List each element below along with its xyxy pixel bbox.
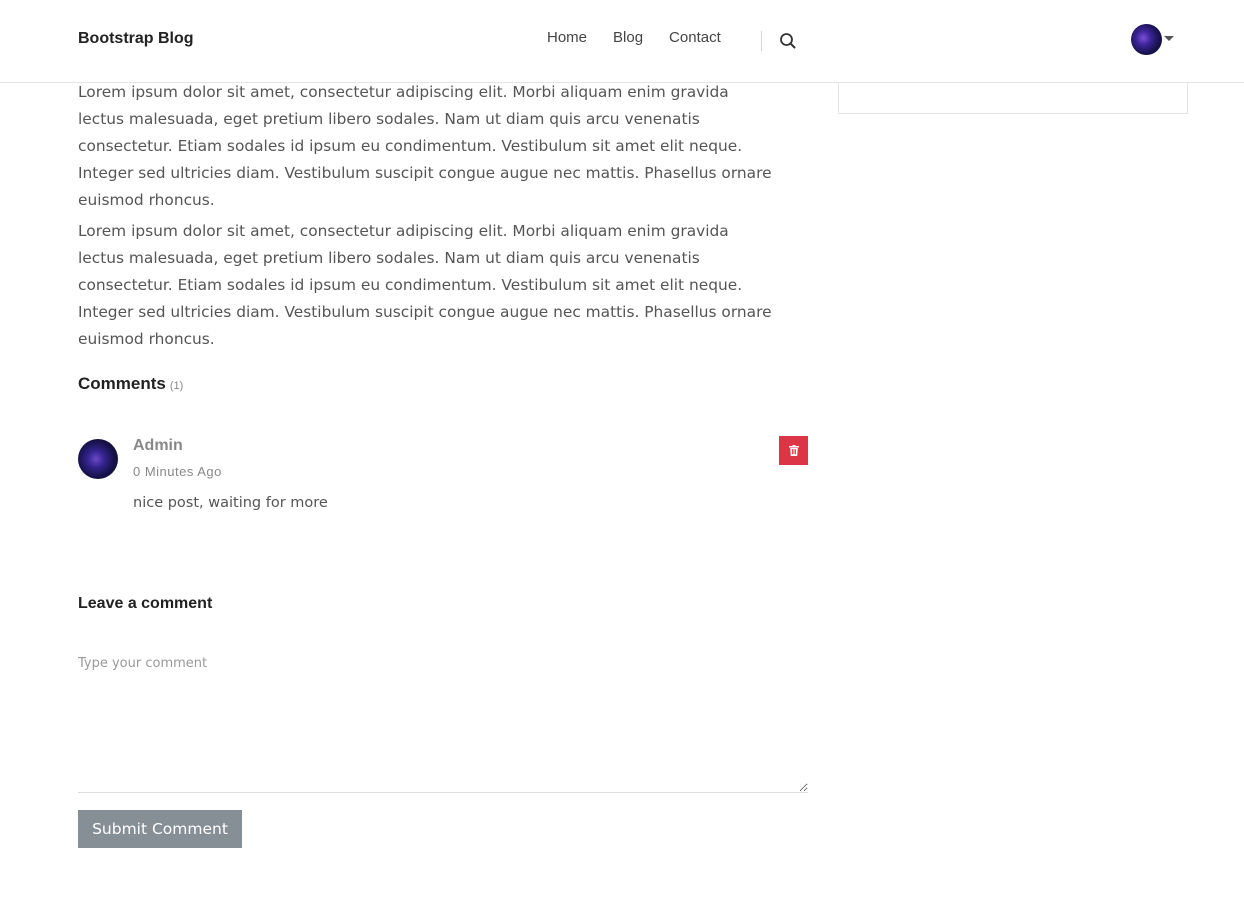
post-paragraph: Lorem ipsum dolor sit amet, consectetur …	[78, 83, 772, 209]
nav-menu: Home Blog Contact	[547, 29, 721, 46]
comment-author: Admin	[133, 437, 183, 454]
comment-time: 0 Minutes Ago	[133, 464, 222, 479]
delete-comment-button[interactable]	[779, 436, 808, 465]
brand-link[interactable]: Bootstrap Blog	[78, 30, 194, 48]
search-icon[interactable]	[779, 32, 797, 50]
submit-comment-button[interactable]: Submit Comment	[78, 810, 242, 848]
avatar-icon	[1131, 24, 1162, 55]
trash-icon	[788, 445, 799, 456]
comments-count: (1)	[169, 380, 184, 392]
comment-avatar	[78, 439, 118, 479]
leave-comment-heading: Leave a comment	[78, 595, 213, 612]
post-paragraph: Lorem ipsum dolor sit amet, consectetur …	[78, 222, 772, 348]
caret-down-icon	[1164, 36, 1174, 41]
nav-divider	[761, 31, 762, 51]
comments-heading-label: Comments	[78, 374, 166, 393]
nav-link-home[interactable]: Home	[547, 29, 587, 46]
nav-link-contact[interactable]: Contact	[669, 29, 721, 46]
comment-textarea[interactable]	[78, 648, 808, 793]
navbar: Bootstrap Blog Home Blog Contact	[0, 0, 1244, 83]
user-menu-toggle[interactable]	[1131, 24, 1174, 55]
nav-link-blog[interactable]: Blog	[613, 29, 643, 46]
comment-text: nice post, waiting for more	[133, 495, 328, 511]
comments-heading: Comments (1)	[78, 374, 183, 394]
